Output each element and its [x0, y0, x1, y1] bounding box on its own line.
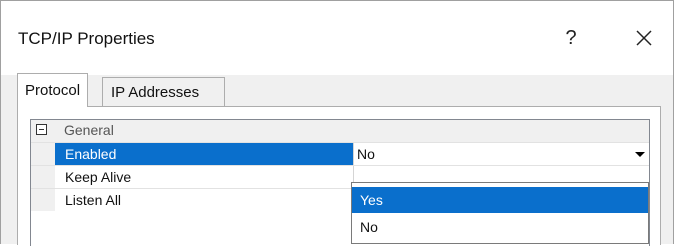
dropdown-option-yes[interactable]: Yes: [352, 187, 648, 213]
category-row-general: General: [31, 120, 649, 142]
close-button[interactable]: [627, 21, 661, 55]
category-label: General: [64, 122, 114, 138]
dialog-title: TCP/IP Properties: [18, 29, 155, 48]
dropdown-arrow-icon[interactable]: [631, 145, 648, 163]
property-value-combo[interactable]: No: [357, 143, 375, 165]
property-name[interactable]: Enabled: [55, 143, 353, 165]
dropdown-option-no[interactable]: No: [352, 214, 648, 240]
close-icon: [636, 30, 652, 46]
tab-protocol[interactable]: Protocol: [17, 73, 89, 107]
collapse-icon[interactable]: [36, 124, 47, 135]
title-bar: TCP/IP Properties ?: [1, 1, 673, 75]
property-name[interactable]: Keep Alive: [55, 166, 353, 188]
value-dropdown-list: Yes No: [351, 182, 649, 244]
property-row-enabled[interactable]: Enabled No: [31, 142, 649, 165]
tab-ip-addresses[interactable]: IP Addresses: [102, 77, 225, 107]
help-button[interactable]: ?: [554, 21, 588, 55]
property-name[interactable]: Listen All: [55, 189, 353, 211]
